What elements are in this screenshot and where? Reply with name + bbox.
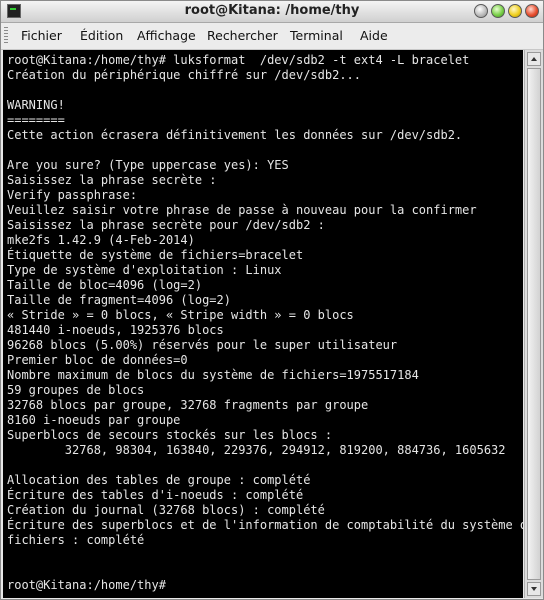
title-bar[interactable]: root@Kitana: /home/thy [1, 1, 543, 23]
terminal-line: 8160 i-noeuds par groupe [7, 413, 181, 427]
terminal-text[interactable]: root@Kitana:/home/thy# luksformat /dev/s… [7, 53, 523, 593]
terminal-line: « Stride » = 0 blocs, « Stripe width » =… [7, 308, 354, 322]
minimize-button[interactable] [491, 4, 505, 18]
window-title: root@Kitana: /home/thy [184, 3, 360, 18]
terminal-line: Are you sure? (Type uppercase yes): YES [7, 158, 289, 172]
terminal-line: Premier bloc de données=0 [7, 353, 188, 367]
terminal-line: ======== [7, 113, 65, 127]
scroll-up-arrow-icon[interactable] [527, 52, 541, 66]
menu-fichier[interactable]: Fichier [21, 28, 62, 43]
shade-button[interactable] [474, 4, 488, 18]
terminal-line: root@Kitana:/home/thy# [7, 578, 166, 592]
terminal-line: Taille de bloc=4096 (log=2) [7, 278, 203, 292]
menu-bar: Fichier Édition Affichage Rechercher Ter… [1, 23, 543, 50]
terminal-line: Superblocs de secours stockés sur les bl… [7, 428, 333, 442]
menu-edition[interactable]: Édition [80, 28, 123, 43]
terminal-line: Nombre maximum de blocs du système de fi… [7, 368, 419, 382]
menubar-grip-handle[interactable] [4, 27, 8, 45]
terminal-line: 32768, 98304, 163840, 229376, 294912, 81… [7, 443, 506, 457]
terminal-line: Allocation des tables de groupe : complé… [7, 473, 311, 487]
terminal-line: Écriture des superblocs et de l'informat… [7, 518, 523, 532]
scrollbar-thumb[interactable] [527, 68, 541, 580]
terminal-line: Étiquette de système de fichiers=bracele… [7, 248, 304, 262]
menu-rechercher[interactable]: Rechercher [207, 28, 278, 43]
menu-aide[interactable]: Aide [360, 28, 388, 43]
terminal-line: 32768 blocs par groupe, 32768 fragments … [7, 398, 369, 412]
terminal-line: mke2fs 1.42.9 (4-Feb-2014) [7, 233, 195, 247]
terminal-line: 96268 blocs (5.00%) réservés pour le sup… [7, 338, 398, 352]
terminal-line: fichiers : complété [7, 533, 145, 547]
terminal-line: 481440 i-noeuds, 1925376 blocs [7, 323, 224, 337]
terminal-line: Veuillez saisir votre phrase de passe à … [7, 203, 477, 217]
vertical-scrollbar[interactable] [524, 50, 543, 598]
terminal-line: Type de système d'exploitation : Linux [7, 263, 282, 277]
terminal-line: 59 groupes de blocs [7, 383, 145, 397]
terminal-output-area[interactable]: root@Kitana:/home/thy# luksformat /dev/s… [3, 50, 523, 598]
menu-affichage[interactable]: Affichage [137, 28, 196, 43]
scroll-down-arrow-icon[interactable] [527, 582, 541, 596]
maximize-button[interactable] [508, 4, 522, 18]
terminal-line: root@Kitana:/home/thy# luksformat /dev/s… [7, 53, 470, 67]
terminal-line: WARNING! [7, 98, 65, 112]
menu-terminal[interactable]: Terminal [290, 28, 343, 43]
terminal-line: Écriture des tables d'i-noeuds : complét… [7, 488, 304, 502]
terminal-window: root@Kitana: /home/thy Fichier Édition A… [0, 0, 544, 600]
terminal-line: Verify passphrase: [7, 188, 138, 202]
terminal-line: Saisissez la phrase secrète : [7, 173, 217, 187]
terminal-line: Saisissez la phrase secrète pour /dev/sd… [7, 218, 325, 232]
terminal-line: Taille de fragment=4096 (log=2) [7, 293, 231, 307]
terminal-line: Cette action écrasera définitivement les… [7, 128, 463, 142]
terminal-line: Création du périphérique chiffré sur /de… [7, 68, 362, 82]
terminal-line: Création du journal (32768 blocs) : comp… [7, 503, 325, 517]
close-button[interactable] [525, 4, 539, 18]
